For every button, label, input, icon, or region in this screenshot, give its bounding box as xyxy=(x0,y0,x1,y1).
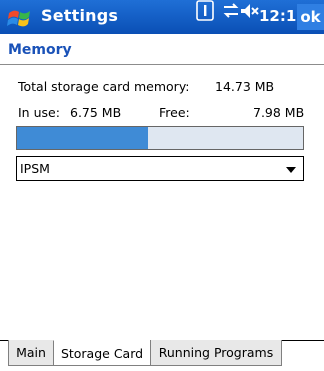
free-value: 7.98 MB xyxy=(253,105,305,120)
page-heading: Memory xyxy=(8,42,72,58)
free-label: Free: xyxy=(159,105,190,120)
tab-running-programs[interactable]: Running Programs xyxy=(150,340,282,366)
notification-icon[interactable] xyxy=(196,0,214,22)
windows-start-icon[interactable] xyxy=(5,6,35,30)
total-memory-value: 14.73 MB xyxy=(215,79,275,94)
in-use-value: 6.75 MB xyxy=(70,105,122,120)
memory-usage-bar xyxy=(16,126,304,150)
total-memory-label: Total storage card memory: xyxy=(18,79,190,94)
in-use-label: In use: xyxy=(18,105,60,120)
volume-muted-icon[interactable] xyxy=(240,0,260,22)
window-title: Settings xyxy=(41,6,119,25)
storage-card-select-value: IPSM xyxy=(20,161,50,176)
ok-button[interactable]: ok xyxy=(297,4,324,30)
storage-card-select[interactable]: IPSM xyxy=(16,156,304,181)
heading-divider xyxy=(0,64,324,65)
memory-usage-fill xyxy=(17,127,148,149)
title-bar: Settings 12:18 ok xyxy=(0,0,324,34)
tab-main[interactable]: Main xyxy=(8,340,53,366)
tab-storage-card[interactable]: Storage Card xyxy=(53,340,150,366)
connectivity-icon[interactable] xyxy=(221,0,241,22)
chevron-down-icon[interactable] xyxy=(286,167,296,173)
